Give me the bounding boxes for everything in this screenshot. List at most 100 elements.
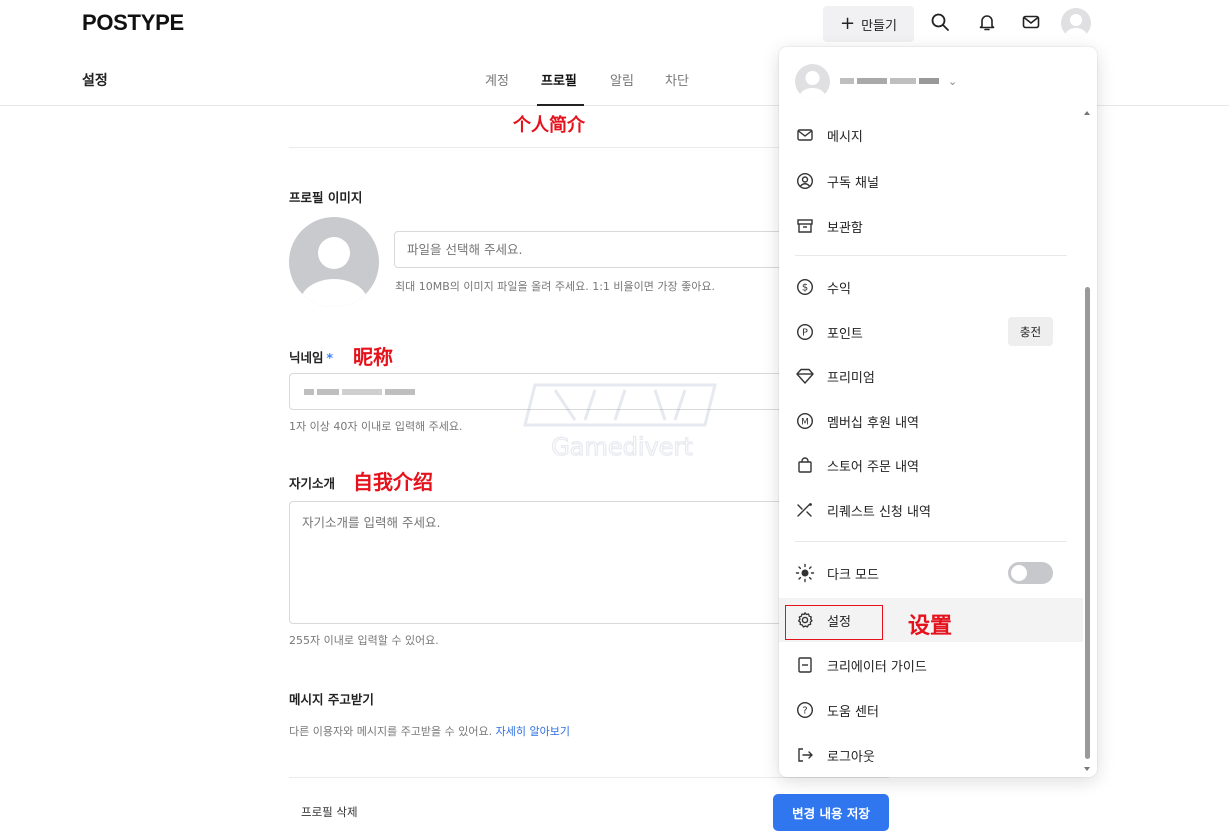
annotation-settings: 设置: [908, 614, 953, 639]
menu-item-label: 보관함: [827, 220, 863, 236]
account-switcher[interactable]: ⌄: [795, 63, 957, 99]
svg-text:?: ?: [802, 706, 807, 717]
top-bar: POSTYPE + 만들기: [0, 0, 1229, 48]
file-input[interactable]: [394, 231, 814, 268]
shopping-bag-icon: [795, 455, 815, 475]
menu-item-logout[interactable]: 로그아웃: [779, 733, 1083, 777]
help-icon: ?: [795, 700, 815, 720]
tab-block[interactable]: 차단: [665, 70, 689, 89]
menu-item-dark-mode[interactable]: 다크 모드: [779, 551, 1083, 595]
avatar: [795, 63, 830, 99]
sun-icon: [795, 563, 815, 583]
logout-icon: [795, 745, 815, 765]
charge-button[interactable]: 충전: [1008, 317, 1053, 346]
book-icon: [795, 655, 815, 675]
watermark-text: Gamedivert: [551, 433, 693, 461]
redacted-text: [317, 388, 339, 395]
menu-item-label: 크리에이터 가이드: [827, 659, 927, 675]
nickname-label-text: 닉네임: [289, 350, 324, 365]
mail-icon[interactable]: [1019, 10, 1043, 34]
message-hint-text: 다른 이용자와 메시지를 주고받을 수 있어요.: [289, 725, 493, 738]
menu-item-label: 멤버십 후원 내역: [827, 415, 919, 431]
menu-item-label: 구독 채널: [827, 175, 879, 191]
message-label: 메시지 주고받기: [289, 692, 374, 707]
delete-profile-button[interactable]: 프로필 삭제: [301, 804, 358, 820]
learn-more-link[interactable]: 자세히 알아보기: [496, 725, 570, 738]
user-dropdown-menu: ⌄ 메시지 구독 채널 보관함 $ 수익 P 포인트 충전 프리미엄 M 멤버십…: [779, 47, 1097, 777]
redacted-text: [919, 78, 939, 84]
dark-mode-toggle[interactable]: [1008, 562, 1053, 584]
menu-item-points[interactable]: P 포인트 충전: [779, 310, 1083, 354]
active-tab-indicator: [537, 104, 584, 106]
watermark-logo: Gamedivert: [515, 375, 730, 465]
archive-icon: [795, 216, 815, 236]
user-circle-icon: [795, 171, 815, 191]
diamond-icon: [795, 366, 815, 386]
menu-item-label: 포인트: [827, 326, 863, 342]
profile-image-label: 프로필 이미지: [289, 190, 363, 205]
mail-icon: [795, 125, 815, 145]
create-button[interactable]: + 만들기: [823, 6, 914, 42]
tab-profile[interactable]: 프로필: [541, 70, 577, 89]
intro-hint: 255자 이내로 입력할 수 있어요.: [289, 634, 439, 647]
menu-item-requests[interactable]: 리퀘스트 신청 내역: [779, 488, 1083, 532]
footer-divider: [289, 777, 889, 778]
menu-item-archive[interactable]: 보관함: [779, 204, 1083, 248]
menu-divider: [795, 255, 1067, 256]
svg-text:$: $: [802, 283, 808, 294]
menu-item-label: 수익: [827, 281, 851, 297]
tab-notifications[interactable]: 알림: [610, 70, 634, 89]
nickname-hint: 1자 이상 40자 이내로 입력해 주세요.: [289, 420, 463, 433]
point-icon: P: [795, 322, 815, 342]
avatar[interactable]: [1061, 8, 1091, 38]
menu-item-revenue[interactable]: $ 수익: [779, 265, 1083, 309]
redacted-text: [857, 78, 887, 84]
menu-item-label: 리퀘스트 신청 내역: [827, 504, 931, 520]
menu-item-messages[interactable]: 메시지: [779, 113, 1083, 157]
toggle-knob: [1011, 565, 1027, 581]
scrollbar-thumb[interactable]: [1085, 287, 1090, 759]
message-hint: 다른 이용자와 메시지를 주고받을 수 있어요. 자세히 알아보기: [289, 723, 570, 739]
scroll-down-arrow[interactable]: [1084, 767, 1090, 771]
menu-item-label: 로그아웃: [827, 749, 875, 765]
menu-item-label: 프리미엄: [827, 370, 875, 386]
menu-item-store-orders[interactable]: 스토어 주문 내역: [779, 443, 1083, 487]
create-label: 만들기: [861, 18, 897, 34]
menu-item-label: 메시지: [827, 129, 863, 145]
membership-icon: M: [795, 411, 815, 431]
highlight-box: [785, 605, 883, 640]
page-title: 설정: [82, 73, 108, 89]
svg-text:P: P: [802, 328, 808, 339]
menu-item-subscriptions[interactable]: 구독 채널: [779, 159, 1083, 203]
logo[interactable]: POSTYPE: [82, 10, 184, 36]
menu-divider: [795, 541, 1067, 542]
menu-item-help-center[interactable]: ? 도움 센터: [779, 688, 1083, 732]
menu-item-creator-guide[interactable]: 크리에이터 가이드: [779, 643, 1083, 687]
redacted-text: [890, 78, 916, 84]
tab-account[interactable]: 계정: [485, 70, 509, 89]
annotation-profile-intro: 个人简介: [513, 115, 585, 136]
required-mark: *: [326, 350, 334, 365]
intro-textarea[interactable]: [289, 501, 809, 624]
redacted-text: [342, 388, 382, 395]
menu-item-premium[interactable]: 프리미엄: [779, 354, 1083, 398]
menu-item-label: 스토어 주문 내역: [827, 459, 919, 475]
redacted-text: [304, 388, 314, 395]
menu-item-label: 다크 모드: [827, 567, 879, 583]
plus-icon: +: [840, 13, 856, 34]
request-icon: [795, 500, 815, 520]
file-hint: 최대 10MB의 이미지 파일을 올려 주세요. 1:1 비율이면 가장 좋아요…: [395, 280, 715, 293]
menu-item-label: 도움 센터: [827, 704, 879, 720]
menu-item-membership-history[interactable]: M 멤버십 후원 내역: [779, 399, 1083, 443]
profile-avatar[interactable]: [289, 217, 379, 307]
nickname-label: 닉네임 *: [289, 347, 333, 366]
redacted-text: [840, 78, 854, 84]
bell-icon[interactable]: [975, 10, 999, 34]
search-icon[interactable]: [928, 10, 952, 34]
annotation-nickname: 昵称: [353, 345, 393, 369]
annotation-self-intro: 自我介绍: [353, 470, 433, 494]
svg-text:M: M: [801, 418, 809, 428]
chevron-down-icon: ⌄: [948, 74, 958, 88]
save-button[interactable]: 변경 내용 저장: [773, 794, 889, 831]
scroll-up-arrow[interactable]: [1084, 111, 1090, 115]
